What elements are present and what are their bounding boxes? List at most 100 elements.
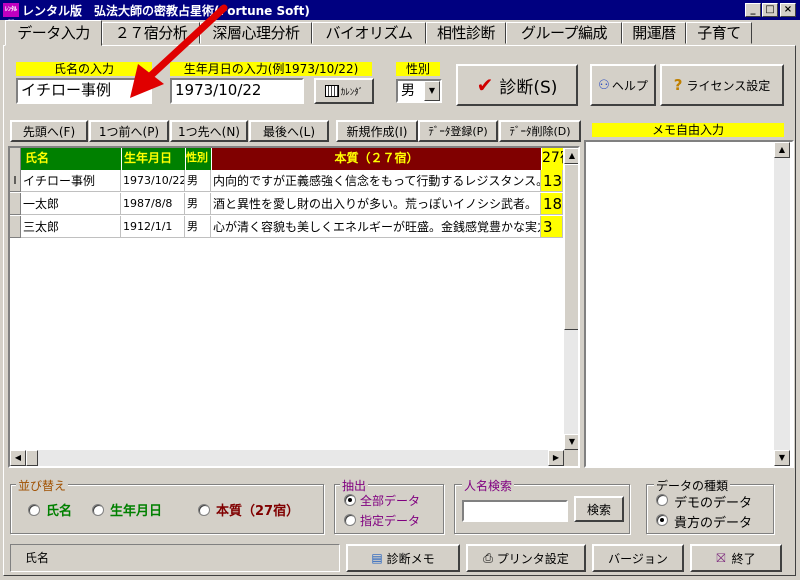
datatype-radio-yours[interactable] [656, 514, 668, 526]
prev-record-button[interactable]: 1つ前へ(P) [89, 120, 169, 142]
extract-label-all: 全部データ [360, 494, 421, 508]
sort-radio-essence[interactable] [198, 504, 210, 516]
cell-essence[interactable]: 酒と異性を愛し財の出入りが多い。荒っぽいイノシシ武者。 [211, 193, 541, 215]
new-record-button[interactable]: 新規作成(I) [336, 120, 418, 142]
data-grid[interactable]: 氏名 生年月日 性別 本質（２７宿） 27宿 Iイチロー事例1973/10/22… [8, 146, 580, 468]
header-birthdate[interactable]: 生年月日 [121, 148, 185, 170]
cell-gender[interactable]: 男 [185, 170, 211, 192]
memo-icon: ▤ [371, 551, 383, 565]
minimize-button[interactable]: _ [745, 3, 761, 17]
cell-name[interactable]: 三太郎 [21, 216, 121, 238]
row-indicator[interactable] [10, 216, 21, 238]
gender-value: 男 [401, 83, 415, 99]
help-button-label: ヘルプ [611, 78, 648, 93]
scroll-down-icon[interactable]: ▼ [774, 450, 790, 466]
maximize-button[interactable]: □ [762, 3, 778, 17]
grid-scroll-down-icon[interactable]: ▼ [564, 434, 578, 450]
version-button[interactable]: バージョン [592, 544, 684, 572]
memo-textarea[interactable]: ▲ ▼ [584, 140, 794, 468]
first-record-button[interactable]: 先頭へ(F) [10, 120, 88, 142]
cell-27[interactable]: 13 [541, 170, 563, 192]
app-icon: ﾚﾝﾀﾙ版 [3, 3, 19, 27]
datatype-label-demo: デモのデータ [674, 496, 753, 511]
header-gender[interactable]: 性別 [185, 148, 211, 170]
license-button-label: ライセンス設定 [686, 78, 771, 93]
calendar-button[interactable]: ｶﾚﾝﾀﾞ [314, 78, 374, 104]
cell-essence[interactable]: 内向的ですが正義感強く信念をもって行動するレジスタンス。 [211, 170, 541, 192]
calendar-icon [324, 85, 339, 97]
license-button[interactable]: ? ライセンス設定 [660, 64, 784, 106]
extract-radio-specified[interactable] [344, 514, 356, 526]
exit-button-label: 終了 [731, 551, 756, 566]
memo-scrollbar[interactable]: ▲ ▼ [774, 142, 790, 466]
grid-scroll-thumb[interactable] [564, 164, 578, 330]
search-group-title: 人名検索 [462, 477, 515, 494]
memo-label: メモ自由入力 [592, 123, 784, 137]
scroll-corner [564, 450, 578, 466]
diagnosis-memo-button[interactable]: ▤ 診断メモ [346, 544, 460, 572]
calendar-button-label: ｶﾚﾝﾀﾞ [340, 87, 364, 98]
tab-fortune-calendar[interactable]: 開運暦 [622, 22, 686, 44]
cell-27[interactable]: 18 [541, 193, 563, 215]
sort-label-birthdate: 生年月日 [110, 504, 163, 519]
close-button[interactable]: × [780, 3, 796, 17]
cell-birthdate[interactable]: 1973/10/22 [121, 170, 185, 192]
diagnosis-memo-label: 診断メモ [386, 551, 435, 566]
datatype-label-yours: 貴方のデータ [674, 516, 753, 531]
sort-radio-birthdate[interactable] [92, 504, 104, 516]
cell-name[interactable]: イチロー事例 [21, 170, 121, 192]
header-essence[interactable]: 本質（２７宿） [211, 148, 541, 170]
tab-parenting[interactable]: 子育て [686, 22, 752, 44]
checkmark-icon: ✔ [476, 73, 494, 97]
cell-birthdate[interactable]: 1987/8/8 [121, 193, 185, 215]
dropdown-arrow-icon[interactable]: ▼ [424, 81, 440, 101]
tab-data-input[interactable]: データ入力 [5, 20, 102, 46]
grid-hscroll-thumb[interactable] [26, 450, 38, 466]
extract-radio-all[interactable] [344, 494, 356, 506]
gender-label: 性別 [396, 62, 440, 76]
register-data-button[interactable]: ﾃﾞｰﾀ登録(P) [418, 120, 498, 142]
sort-label-name: 氏名 [46, 504, 73, 519]
printer-icon: ⎙ [483, 550, 493, 565]
sort-label-essence: 本質（27宿） [216, 504, 300, 519]
diagnose-button-label: 診断(S) [499, 77, 558, 98]
grid-vscrollbar[interactable]: ▲ ▼ [564, 148, 578, 450]
printer-settings-label: プリンタ設定 [496, 551, 569, 566]
annotation-arrow-icon [130, 4, 228, 98]
help-person-icon: ⚇ [598, 77, 610, 93]
tab-biorhythm[interactable]: バイオリズム [312, 22, 426, 44]
exit-button[interactable]: ⛝ 終了 [690, 544, 782, 572]
question-icon: ? [673, 76, 683, 94]
row-header-corner [10, 148, 21, 170]
grid-scroll-right-icon[interactable]: ▶ [548, 450, 564, 466]
cell-gender[interactable]: 男 [185, 216, 211, 238]
cell-gender[interactable]: 男 [185, 193, 211, 215]
tab-compatibility[interactable]: 相性診断 [426, 22, 506, 44]
grid-scroll-up-icon[interactable]: ▲ [564, 148, 578, 164]
cell-birthdate[interactable]: 1912/1/1 [121, 216, 185, 238]
row-indicator[interactable] [10, 193, 21, 215]
next-record-button[interactable]: 1つ先へ(N) [170, 120, 248, 142]
name-search-input[interactable] [462, 500, 568, 522]
row-indicator[interactable]: I [10, 170, 21, 192]
cell-essence[interactable]: 心が清く容貌も美しくエネルギーが旺盛。金銭感覚豊かな実力 [211, 216, 541, 238]
header-name[interactable]: 氏名 [21, 148, 121, 170]
header-27[interactable]: 27宿 [541, 148, 563, 170]
delete-data-button[interactable]: ﾃﾞｰﾀ削除(D) [499, 120, 581, 142]
grid-scroll-left-icon[interactable]: ◀ [10, 450, 26, 466]
cell-27[interactable]: 3 [541, 216, 563, 238]
cell-name[interactable]: 一太郎 [21, 193, 121, 215]
gender-select[interactable]: 男 ▼ [396, 79, 442, 103]
search-button[interactable]: 検索 [574, 496, 624, 522]
printer-settings-button[interactable]: ⎙ プリンタ設定 [466, 544, 586, 572]
status-field: 氏名 [10, 544, 340, 572]
last-record-button[interactable]: 最後へ(L) [249, 120, 329, 142]
datatype-radio-demo[interactable] [656, 494, 668, 506]
tab-group[interactable]: グループ編成 [506, 22, 622, 44]
diagnose-button[interactable]: ✔ 診断(S) [456, 64, 578, 106]
sort-radio-name[interactable] [28, 504, 40, 516]
scroll-up-icon[interactable]: ▲ [774, 142, 790, 158]
sort-group-title: 並び替え [16, 477, 69, 494]
grid-hscrollbar[interactable]: ◀ ▶ [10, 450, 564, 466]
help-button[interactable]: ⚇ ヘルプ [590, 64, 656, 106]
